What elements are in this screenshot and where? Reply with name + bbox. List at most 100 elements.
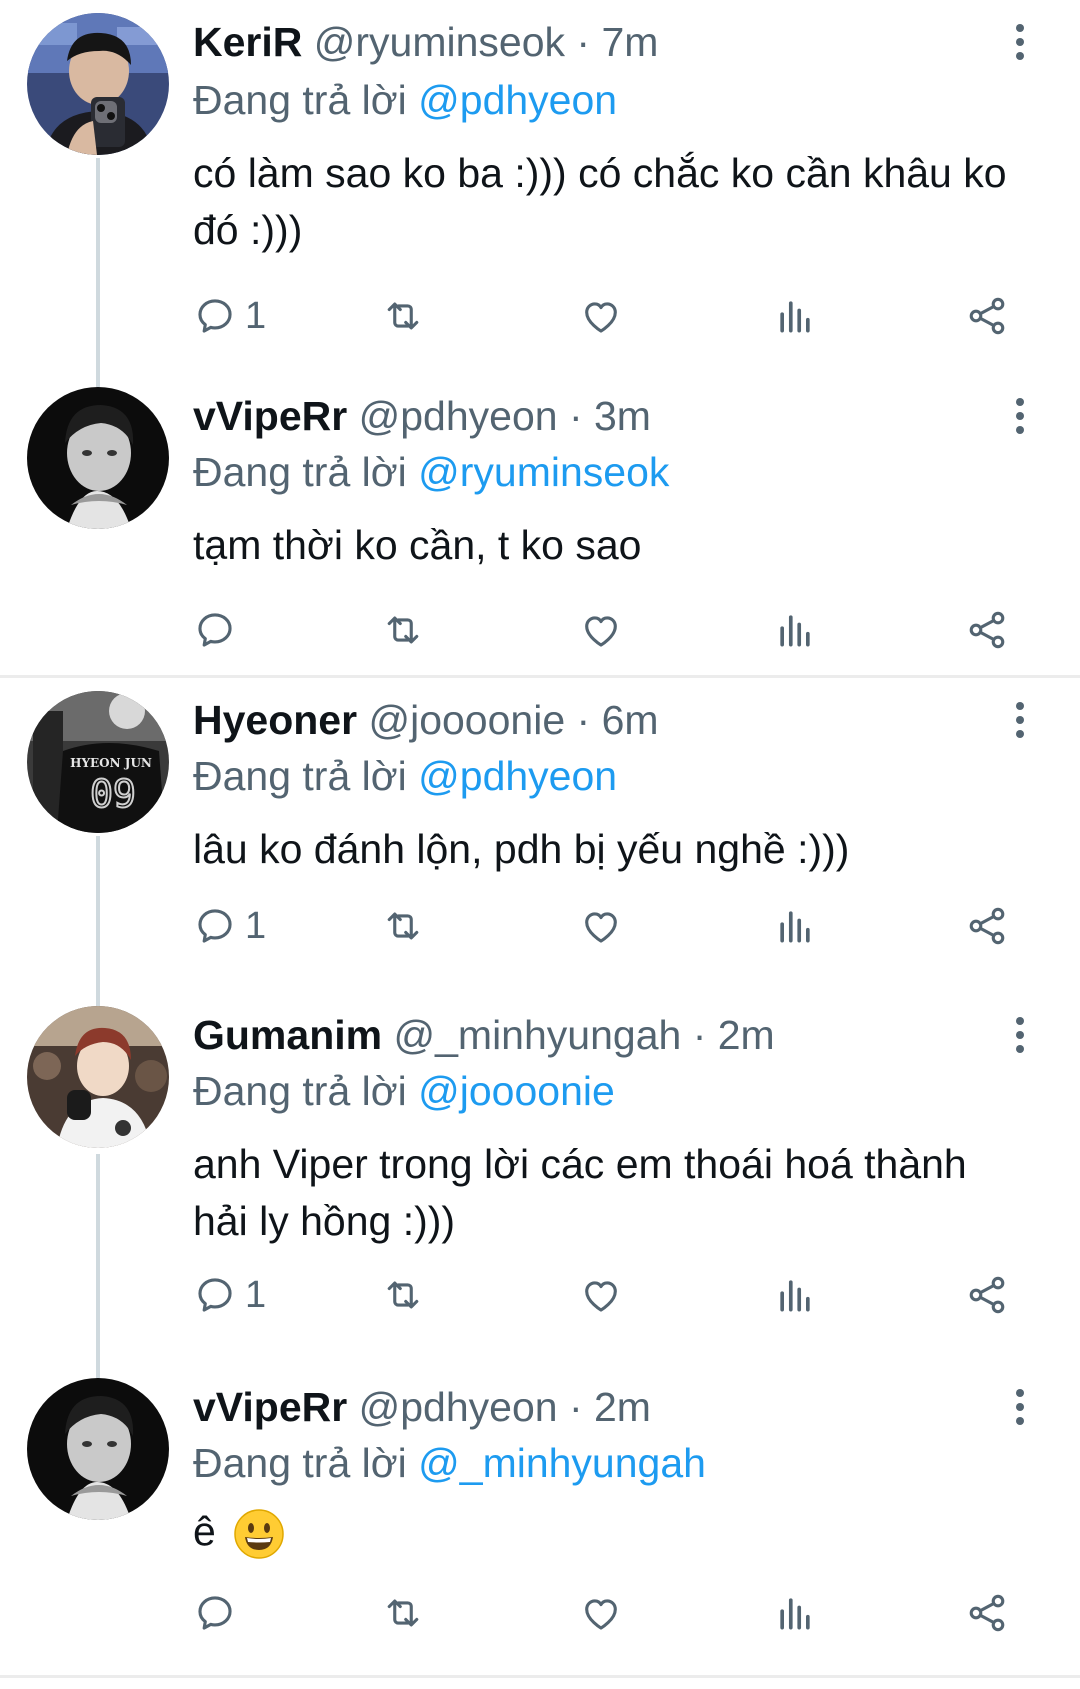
display-name[interactable]: vVipeRr xyxy=(193,1384,347,1430)
retweet-button[interactable] xyxy=(381,898,425,954)
avatar-jersey-number: 09 xyxy=(90,772,136,816)
tweet-header: Gumanim @_minhyungah · 2m xyxy=(193,1008,775,1062)
views-icon xyxy=(773,294,817,338)
reply-tweet[interactable]: HYEON JUN 09 Hyeoner @joooonie · 6m Đang… xyxy=(0,678,1080,998)
like-button[interactable] xyxy=(579,288,623,344)
retweet-icon xyxy=(381,608,425,652)
retweet-icon xyxy=(381,904,425,948)
more-options-button[interactable] xyxy=(1010,396,1030,436)
reply-button[interactable]: 1 xyxy=(193,288,266,344)
reply-button[interactable]: 1 xyxy=(193,1267,266,1323)
replying-to-label: Đang trả lời xyxy=(193,753,419,799)
views-icon xyxy=(773,1591,817,1635)
username[interactable]: @joooonie xyxy=(368,697,565,743)
reply-button[interactable] xyxy=(193,602,245,658)
username[interactable]: @pdhyeon xyxy=(359,1384,558,1430)
share-button[interactable] xyxy=(965,288,1009,344)
avatar-image xyxy=(27,1006,169,1148)
display-name[interactable]: vVipeRr xyxy=(193,393,347,439)
more-options-button[interactable] xyxy=(1010,22,1030,62)
action-bar: 1 xyxy=(193,898,1023,954)
like-button[interactable] xyxy=(579,1585,623,1641)
username[interactable]: @ryuminseok xyxy=(314,19,565,65)
replying-to-label: Đang trả lời xyxy=(193,449,419,495)
tweet-text-container: ê xyxy=(193,1503,1013,1560)
replying-to: Đang trả lời @pdhyeon xyxy=(193,749,617,803)
reply-icon xyxy=(193,608,237,652)
share-icon xyxy=(965,1273,1009,1317)
timestamp[interactable]: 3m xyxy=(594,393,651,439)
reply-count: 1 xyxy=(245,1273,267,1316)
reply-tweet[interactable]: KeriR @ryuminseok · 7m Đang trả lời @pdh… xyxy=(0,0,1080,380)
mention-link[interactable]: @ryuminseok xyxy=(418,449,669,495)
views-button[interactable] xyxy=(773,898,817,954)
replying-to-label: Đang trả lời xyxy=(193,1440,419,1486)
tweet-text: anh Viper trong lời các em thoái hoá thà… xyxy=(193,1141,967,1244)
separator: · xyxy=(557,393,594,439)
more-options-button[interactable] xyxy=(1010,1015,1030,1055)
like-button[interactable] xyxy=(579,1267,623,1323)
mention-link[interactable]: @joooonie xyxy=(418,1068,615,1114)
username[interactable]: @_minhyungah xyxy=(394,1012,682,1058)
conversation-thread: KeriR @ryuminseok · 7m Đang trả lời @pdh… xyxy=(0,0,1080,678)
reply-button[interactable]: 1 xyxy=(193,898,266,954)
retweet-button[interactable] xyxy=(381,288,425,344)
timestamp[interactable]: 7m xyxy=(601,19,658,65)
timestamp[interactable]: 6m xyxy=(602,697,659,743)
views-button[interactable] xyxy=(773,1585,817,1641)
reply-tweet[interactable]: vVipeRr @pdhyeon · 2m Đang trả lời @_min… xyxy=(0,1365,1080,1675)
avatar-image xyxy=(27,13,169,155)
share-button[interactable] xyxy=(965,1267,1009,1323)
retweet-icon xyxy=(381,294,425,338)
action-bar: 1 xyxy=(193,1267,1023,1323)
retweet-button[interactable] xyxy=(381,1585,425,1641)
separator: · xyxy=(681,1012,718,1058)
avatar[interactable] xyxy=(27,387,169,529)
action-bar: 1 xyxy=(193,288,1023,344)
reply-count: 1 xyxy=(245,294,267,337)
username[interactable]: @pdhyeon xyxy=(359,393,558,439)
mention-link[interactable]: @_minhyungah xyxy=(418,1440,706,1486)
timestamp[interactable]: 2m xyxy=(718,1012,775,1058)
mention-link[interactable]: @pdhyeon xyxy=(418,753,617,799)
avatar[interactable] xyxy=(27,1006,169,1148)
display-name[interactable]: Gumanim xyxy=(193,1012,382,1058)
replying-to: Đang trả lời @ryuminseok xyxy=(193,445,669,499)
views-button[interactable] xyxy=(773,1267,817,1323)
share-button[interactable] xyxy=(965,898,1009,954)
reply-tweet[interactable]: Gumanim @_minhyungah · 2m Đang trả lời @… xyxy=(0,993,1080,1365)
share-button[interactable] xyxy=(965,602,1009,658)
retweet-button[interactable] xyxy=(381,602,425,658)
views-icon xyxy=(773,1273,817,1317)
share-icon xyxy=(965,904,1009,948)
reply-tweet[interactable]: vVipeRr @pdhyeon · 3m Đang trả lời @ryum… xyxy=(0,373,1080,673)
more-icon xyxy=(1010,700,1030,740)
more-options-button[interactable] xyxy=(1010,700,1030,740)
views-button[interactable] xyxy=(773,602,817,658)
display-name[interactable]: KeriR xyxy=(193,19,302,65)
separator: · xyxy=(565,697,602,743)
avatar[interactable] xyxy=(27,13,169,155)
reply-button[interactable] xyxy=(193,1585,245,1641)
like-icon xyxy=(579,294,623,338)
tweet-header: Hyeoner @joooonie · 6m xyxy=(193,693,659,747)
like-icon xyxy=(579,904,623,948)
like-button[interactable] xyxy=(579,898,623,954)
retweet-button[interactable] xyxy=(381,1267,425,1323)
share-button[interactable] xyxy=(965,1585,1009,1641)
more-options-button[interactable] xyxy=(1010,1387,1030,1427)
like-button[interactable] xyxy=(579,602,623,658)
avatar-image xyxy=(27,387,169,529)
replying-to: Đang trả lời @_minhyungah xyxy=(193,1436,706,1490)
reply-icon xyxy=(193,1591,237,1635)
tweet-header: vVipeRr @pdhyeon · 3m xyxy=(193,389,651,443)
display-name[interactable]: Hyeoner xyxy=(193,697,357,743)
mention-link[interactable]: @pdhyeon xyxy=(418,77,617,123)
avatar[interactable] xyxy=(27,1378,169,1520)
avatar[interactable]: HYEON JUN 09 xyxy=(27,691,169,833)
timestamp[interactable]: 2m xyxy=(594,1384,651,1430)
views-button[interactable] xyxy=(773,288,817,344)
tweet-text: có làm sao ko ba :))) có chắc ko cần khâ… xyxy=(193,150,1007,253)
reply-icon xyxy=(193,904,237,948)
reply-icon xyxy=(193,294,237,338)
